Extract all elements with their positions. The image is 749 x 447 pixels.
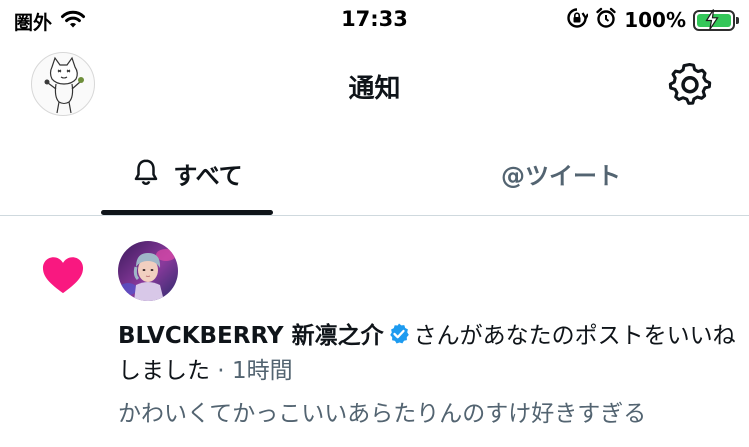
post-preview: かわいくてかっこいいあらたりんのすけ好きすぎる xyxy=(118,401,647,427)
rotation-lock-icon xyxy=(566,7,590,33)
tab-all[interactable]: すべて xyxy=(100,132,274,215)
tab-all-label: すべて xyxy=(173,162,243,190)
gear-icon xyxy=(668,62,712,110)
tab-tweets-label: @ツイート xyxy=(501,162,621,190)
tab-active-indicator xyxy=(101,210,273,215)
tab-tweets[interactable]: @ツイート xyxy=(474,132,648,215)
page-title: 通知 xyxy=(348,74,401,104)
header: 通知 xyxy=(0,48,749,120)
notification-item[interactable]: BLVCKBERRY 新凛之介 さんがあなたのポストをいいねしました · 1時間 … xyxy=(0,217,749,447)
heart-icon xyxy=(40,253,86,299)
user-avatar[interactable] xyxy=(118,241,178,301)
tab-bar: すべて @ツイート xyxy=(0,132,749,216)
alarm-icon xyxy=(595,7,617,33)
bell-icon xyxy=(131,157,161,191)
notification-text: BLVCKBERRY 新凛之介 さんがあなたのポストをいいねしました · 1時間 xyxy=(118,320,738,387)
status-right: 100% xyxy=(566,7,739,33)
user-name[interactable]: BLVCKBERRY 新凛之介 xyxy=(118,323,384,349)
status-bar: 圏外 17:33 100% xyxy=(0,0,749,40)
time-separator: · xyxy=(210,358,232,384)
notification-time: 1時間 xyxy=(231,358,293,384)
verified-badge-icon xyxy=(387,322,411,355)
battery-percent: 100% xyxy=(624,8,686,32)
battery-charging-icon xyxy=(693,8,739,31)
settings-button[interactable] xyxy=(666,62,714,110)
